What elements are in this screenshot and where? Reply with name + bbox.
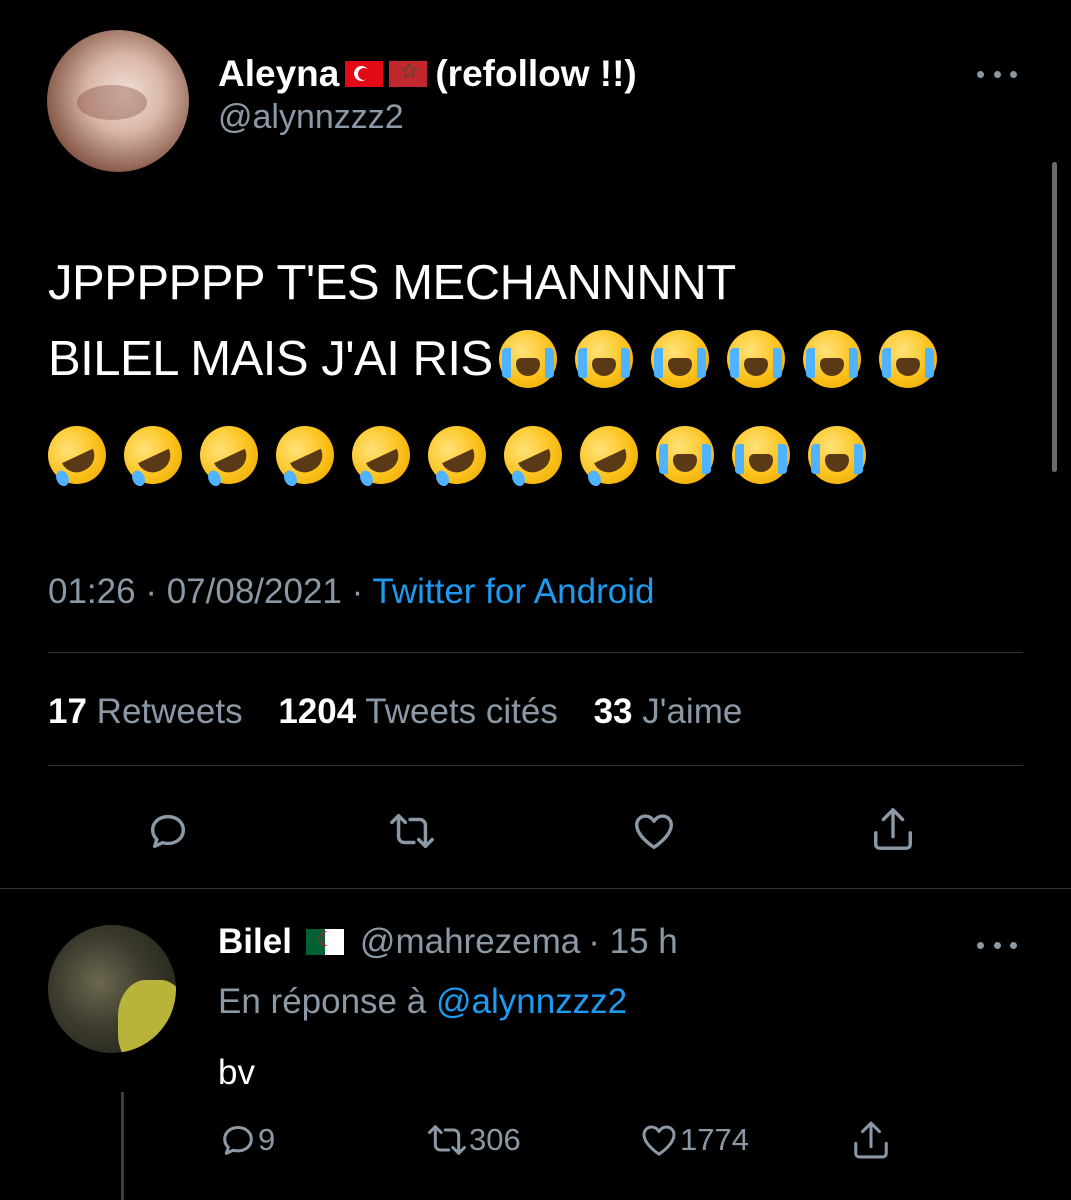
- reply-handle[interactable]: @mahrezema: [360, 922, 580, 962]
- reply-icon: [223, 1126, 253, 1155]
- avatar[interactable]: [47, 30, 189, 172]
- tweet-text-line-2-text: BILEL MAIS J'AI RIS: [48, 332, 493, 386]
- emoji-group-line-2: [498, 330, 937, 388]
- algeria-flag-icon: [305, 927, 344, 955]
- loudly-crying-face-icon: [726, 330, 785, 388]
- reply-more-options-icon[interactable]: [977, 935, 1017, 955]
- loudly-crying-face-icon: [878, 330, 937, 388]
- tweet-stats: 17 Retweets 1204 Tweets cités 33 J'aime: [48, 692, 742, 732]
- retweets-label: Retweets: [96, 692, 243, 731]
- reply-header: Bilel @mahrezema · 15 h: [218, 922, 678, 962]
- tweet-source-link[interactable]: Twitter for Android: [372, 572, 654, 611]
- quotes-count: 1204: [278, 692, 357, 731]
- loudly-crying-face-icon: [656, 426, 714, 484]
- meta-separator: ·: [351, 572, 364, 611]
- reply-context: En réponse à @alynnzzz2: [218, 982, 627, 1022]
- reply-display-name[interactable]: Bilel: [218, 922, 292, 962]
- likes-label: J'aime: [642, 692, 743, 731]
- like-button[interactable]: [630, 808, 678, 854]
- reply-icon: [150, 814, 186, 849]
- tweet-meta: 01:26 · 07/08/2021 · Twitter for Android: [48, 572, 654, 612]
- like-icon: [635, 814, 673, 850]
- rofl-face-icon: [418, 416, 496, 494]
- reply-retweet-button[interactable]: 306: [425, 1120, 521, 1160]
- retweet-icon: [428, 1125, 466, 1155]
- reply-prefix: En réponse à: [218, 982, 427, 1021]
- morocco-flag-icon: [389, 58, 428, 87]
- turkey-flag-icon: [345, 61, 384, 87]
- reply-like-button[interactable]: 1774: [638, 1120, 749, 1160]
- thread-line: [121, 1092, 124, 1200]
- loudly-crying-face-icon: [808, 426, 866, 484]
- tweet-text-line-2: BILEL MAIS J'AI RIS: [48, 321, 1008, 397]
- emoji-group-line-3: [38, 416, 866, 494]
- divider: [48, 765, 1023, 766]
- reply-time: · 15 h: [588, 922, 678, 961]
- divider: [48, 652, 1023, 653]
- meta-separator: ·: [145, 572, 157, 611]
- rofl-face-icon: [494, 416, 572, 494]
- rofl-face-icon: [570, 416, 648, 494]
- loudly-crying-face-icon: [732, 426, 790, 484]
- retweet-icon: [390, 813, 434, 849]
- quotes-label: Tweets cités: [365, 692, 558, 731]
- loudly-crying-face-icon: [574, 330, 633, 388]
- rofl-face-icon: [114, 416, 192, 494]
- like-count: 1774: [680, 1122, 749, 1157]
- quotes-stat[interactable]: 1204 Tweets cités: [278, 692, 593, 731]
- like-icon: [642, 1125, 676, 1156]
- loudly-crying-face-icon: [650, 330, 709, 388]
- scrollbar[interactable]: [1052, 162, 1057, 472]
- more-options-icon[interactable]: [977, 64, 1017, 84]
- reply-share-button[interactable]: [850, 1118, 892, 1162]
- rofl-face-icon: [266, 416, 344, 494]
- loudly-crying-face-icon: [498, 330, 557, 388]
- tweet-text-line-1: JPPPPPP T'ES MECHANNNNT: [48, 256, 736, 310]
- rofl-face-icon: [190, 416, 268, 494]
- tweet-text: JPPPPPP T'ES MECHANNNNT BILEL MAIS J'AI …: [48, 245, 1008, 397]
- display-name-text: Aleyna: [218, 53, 340, 94]
- user-handle[interactable]: @alynnzzz2: [218, 98, 404, 137]
- retweets-count: 17: [48, 692, 87, 731]
- tweet-date: 07/08/2021: [166, 572, 342, 611]
- divider: [0, 888, 1071, 889]
- reply-avatar[interactable]: [48, 925, 176, 1053]
- display-name-suffix: (refollow !!): [435, 53, 637, 94]
- share-icon: [874, 808, 912, 850]
- rofl-face-icon: [38, 416, 116, 494]
- display-name[interactable]: Aleyna (refollow !!): [218, 53, 637, 95]
- reply-count: 9: [258, 1122, 276, 1157]
- reply-button[interactable]: [145, 808, 191, 854]
- reply-text: bv: [218, 1053, 255, 1092]
- reply-reply-button[interactable]: 9: [218, 1120, 275, 1160]
- share-icon: [854, 1121, 888, 1159]
- retweet-button[interactable]: [387, 808, 437, 854]
- reply-mention-link[interactable]: @alynnzzz2: [436, 982, 627, 1021]
- share-button[interactable]: [870, 804, 916, 854]
- likes-stat[interactable]: 33 J'aime: [594, 692, 743, 731]
- retweet-count: 306: [469, 1122, 521, 1157]
- tweet-time: 01:26: [48, 572, 136, 611]
- rofl-face-icon: [342, 416, 420, 494]
- likes-count: 33: [593, 692, 633, 731]
- retweets-stat[interactable]: 17 Retweets: [48, 692, 278, 731]
- loudly-crying-face-icon: [802, 330, 861, 388]
